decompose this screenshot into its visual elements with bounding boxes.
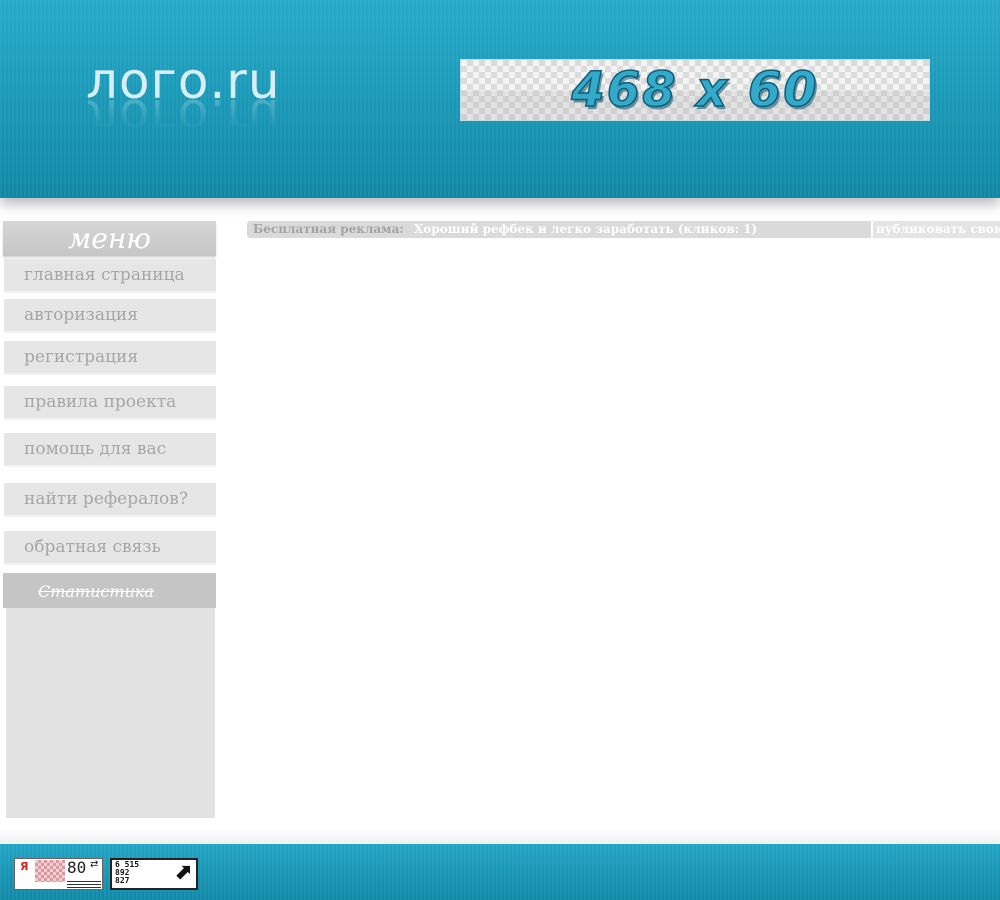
ad-bar-main: Бесплатная реклама: Хороший рефбек и лег… [247, 221, 871, 238]
liveinternet-counter-badge[interactable]: 6 515 892 827 ⬈ [110, 858, 198, 890]
stats-title: Статистика [3, 573, 216, 608]
sidebar: меню главная страница авторизация регист… [3, 221, 216, 819]
ad-label: Бесплатная реклама: [253, 222, 404, 236]
stats-panel [6, 608, 215, 818]
sidebar-item-login[interactable]: авторизация [4, 299, 216, 333]
publish-ad-link[interactable]: публиковать свою [873, 221, 1000, 238]
ad-banner-468x60[interactable]: 468 x 60 [460, 59, 930, 121]
counter-pattern [35, 860, 65, 882]
sidebar-item-feedback[interactable]: обратная связь [4, 531, 216, 565]
footer-divider [0, 828, 1000, 844]
sidebar-item-help[interactable]: помощь для вас [4, 433, 216, 467]
logo-reflection: лого.ru [86, 88, 281, 146]
sidebar-item-label: обратная связь [24, 537, 161, 557]
sidebar-item-label: помощь для вас [24, 439, 167, 459]
counter-lines [67, 881, 101, 889]
yandex-logo-icon: Я [20, 860, 29, 873]
site-footer: Я 80 ⇄ 6 515 892 827 ⬈ [0, 844, 1000, 900]
arrow-up-right-icon: ⬈ [173, 860, 192, 885]
site-logo[interactable]: лого.ru лого.ru [86, 52, 281, 146]
sidebar-item-home[interactable]: главная страница [4, 259, 216, 293]
sidebar-item-label: главная страница [24, 265, 185, 285]
yandex-counter-badge[interactable]: Я 80 ⇄ [14, 858, 103, 890]
menu-title: меню [3, 221, 216, 256]
sidebar-item-label: найти рефералов? [24, 489, 188, 509]
sidebar-item-find-referrals[interactable]: найти рефералов? [4, 483, 216, 517]
ad-link[interactable]: Хороший рефбек и легко заработать (клико… [414, 222, 757, 236]
counter-stats: 6 515 892 827 [115, 861, 139, 885]
sidebar-item-label: авторизация [24, 305, 138, 325]
free-ad-bar: Бесплатная реклама: Хороший рефбек и лег… [247, 221, 1000, 238]
sidebar-item-label: правила проекта [24, 392, 177, 412]
counter-line: 827 [115, 876, 130, 885]
counter-value: 80 [67, 858, 87, 877]
refresh-icon: ⇄ [90, 859, 99, 870]
sidebar-item-label: регистрация [24, 347, 139, 367]
sidebar-item-rules[interactable]: правила проекта [4, 386, 216, 420]
banner-text: 468 x 60 [571, 61, 819, 119]
sidebar-item-registration[interactable]: регистрация [4, 341, 216, 375]
site-header: лого.ru лого.ru 468 x 60 [0, 0, 1000, 198]
